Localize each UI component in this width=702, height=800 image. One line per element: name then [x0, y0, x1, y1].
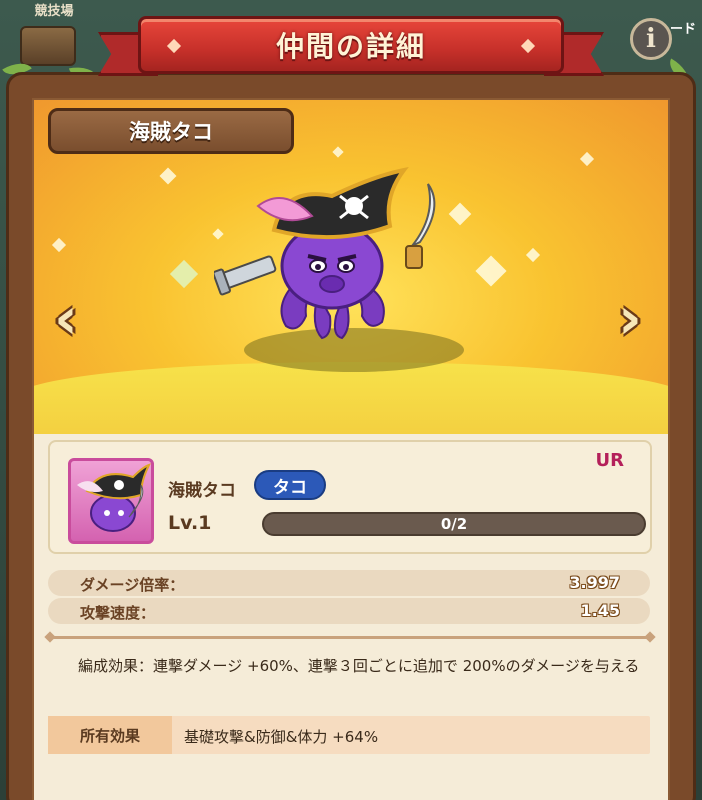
owned-effect-value: 基礎攻撃&防御&体力 +64% [184, 728, 379, 746]
previous-character-button[interactable]: ‹ [44, 284, 88, 352]
character-name-plate: 海賊タコ [48, 108, 294, 154]
stat-row-attack-speed: 攻撃速度： 1.45 [48, 598, 650, 624]
stat-value: 1.45 [580, 601, 620, 620]
stat-label: ダメージ倍率： [80, 576, 185, 594]
type-badge: タコ [254, 470, 326, 500]
unit-info-card: UR 海賊タコ タコ Lv.1 0/2 [48, 440, 652, 554]
unit-portrait[interactable] [68, 458, 154, 544]
stat-label: 攻撃速度： [80, 604, 156, 622]
exp-progress-bar: 0/2 [262, 512, 646, 536]
stat-value: 3.997 [569, 573, 620, 592]
ribbon-ornament [520, 38, 536, 54]
top-right-label: ード [669, 22, 696, 37]
sparkle [51, 237, 67, 253]
info-icon: i [646, 24, 656, 54]
sparkle [475, 255, 507, 287]
formation-effect-text: 編成効果：連撃ダメージ +60%、連撃３回ごとに追加で 200%のダメージを与え… [78, 657, 640, 675]
rarity-label: UR [595, 450, 624, 471]
chevron-left-icon: ‹ [54, 284, 78, 352]
owned-effect-label: 所有効果 [48, 716, 172, 754]
title-ribbon: 仲間の詳細 [138, 16, 564, 74]
unit-name: 海賊タコ [168, 481, 236, 501]
exp-progress-text: 0/2 [440, 515, 468, 533]
sparkle [525, 247, 541, 263]
next-character-button[interactable]: › [608, 284, 652, 352]
stage-ground [34, 362, 668, 434]
stat-row-damage-multiplier: ダメージ倍率： 3.997 [48, 570, 650, 596]
section-divider [50, 636, 650, 639]
sparkle [332, 146, 344, 158]
pirate-octopus-image [214, 166, 436, 340]
page-title: 仲間の詳細 [275, 30, 426, 63]
screen: 競技場 ード i 海賊タコ ‹ › 仲間の詳細 UR 海賊タコ タコ Lv.1 … [0, 0, 702, 800]
chest-icon[interactable] [20, 26, 76, 66]
info-button[interactable]: i [630, 18, 672, 60]
sparkle [579, 151, 595, 167]
pirate-octopus-portrait-image [77, 463, 151, 532]
sparkle [159, 167, 177, 185]
owned-effect-row: 所有効果 基礎攻撃&防御&体力 +64% [48, 716, 650, 754]
unit-level: Lv.1 [168, 512, 212, 534]
ribbon-ornament [166, 38, 182, 54]
sparkle [169, 259, 199, 289]
character-name: 海賊タコ [129, 120, 213, 144]
arena-label: 競技場 [34, 4, 74, 19]
chevron-right-icon: › [618, 284, 642, 352]
